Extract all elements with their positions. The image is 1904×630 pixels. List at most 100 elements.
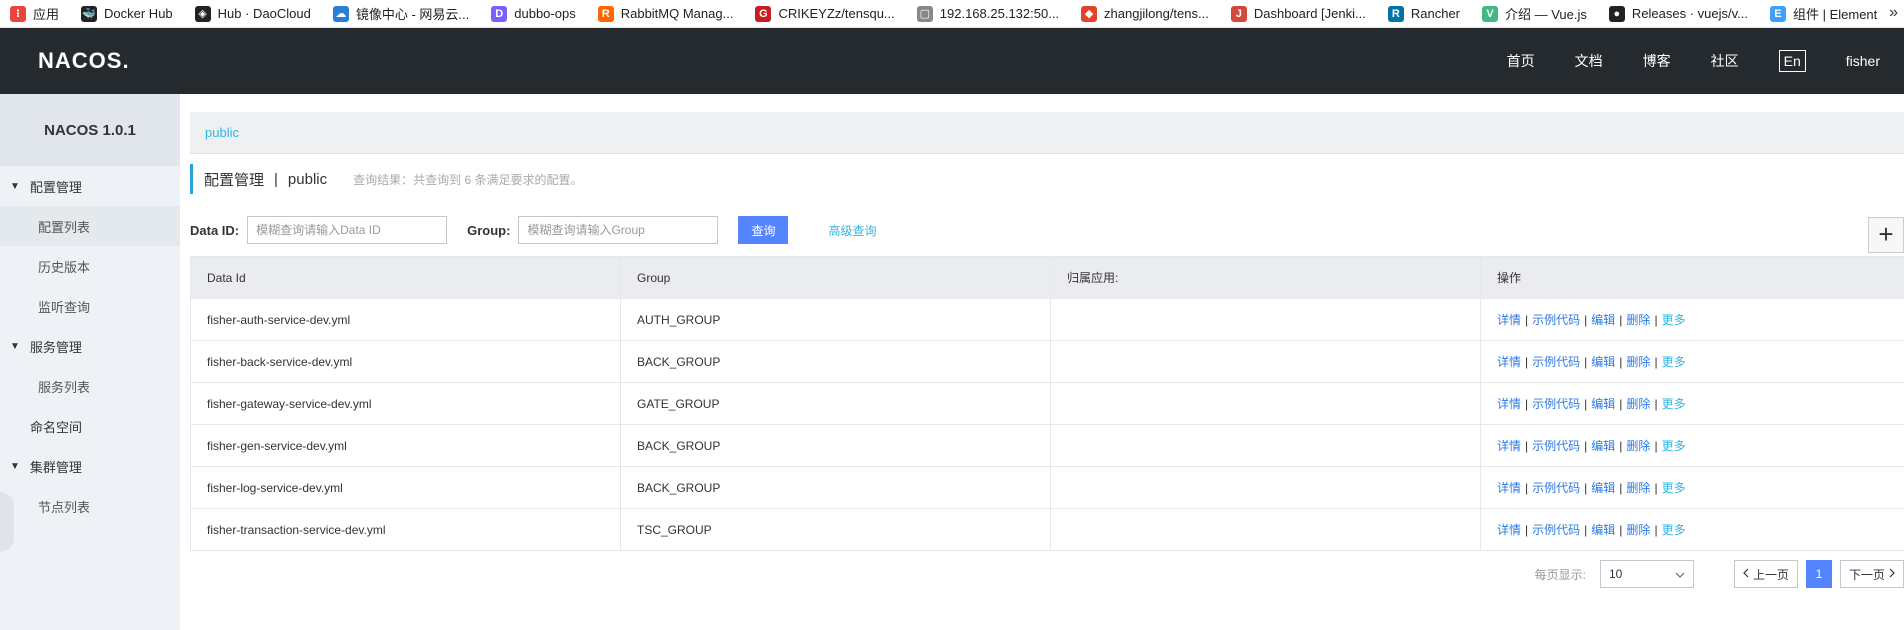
sample-code-link[interactable]: 示例代码: [1532, 355, 1580, 369]
cell-data-id: fisher-gateway-service-dev.yml: [190, 382, 621, 425]
cell-group: BACK_GROUP: [620, 340, 1051, 383]
sidebar: NACOS 1.0.1 ▼ 配置管理 配置列表 历史版本 监听查询 ▼ 服务管理…: [0, 94, 180, 630]
bookmark-item[interactable]: ⁝ 应用: [10, 4, 59, 23]
add-config-button[interactable]: +: [1868, 217, 1904, 253]
cell-data-id: fisher-gen-service-dev.yml: [190, 424, 621, 467]
delete-link[interactable]: 删除: [1626, 313, 1650, 327]
bookmark-item[interactable]: G CRIKEYZz/tensqu...: [755, 5, 895, 22]
sample-code-link[interactable]: 示例代码: [1532, 397, 1580, 411]
git-icon: ◆: [1081, 5, 1098, 22]
more-link[interactable]: 更多: [1662, 313, 1686, 327]
cell-app: [1050, 298, 1481, 341]
cell-group: BACK_GROUP: [620, 424, 1051, 467]
bookmark-item[interactable]: 🐳 Docker Hub: [81, 5, 173, 22]
cell-data-id: fisher-transaction-service-dev.yml: [190, 508, 621, 551]
bookmark-item[interactable]: ● Releases · vuejs/v...: [1608, 5, 1748, 22]
edit-link[interactable]: 编辑: [1591, 313, 1615, 327]
sidebar-title: NACOS 1.0.1: [0, 94, 180, 166]
action-separator: |: [1584, 397, 1588, 411]
sample-code-link[interactable]: 示例代码: [1532, 523, 1580, 537]
action-separator: |: [1654, 397, 1658, 411]
bookmark-item[interactable]: ◆ zhangjilong/tens...: [1081, 5, 1209, 22]
action-separator: |: [1584, 481, 1588, 495]
cell-actions: 详情 | 示例代码 | 编辑 | 删除 | 更多: [1480, 340, 1904, 383]
bookmark-item[interactable]: ◈ Hub · DaoCloud: [194, 5, 311, 22]
bookmark-item[interactable]: ▢ 192.168.25.132:50...: [916, 5, 1060, 22]
apps-grid-icon: ⁝: [10, 5, 26, 22]
action-separator: |: [1654, 439, 1658, 453]
bookmark-label: 192.168.25.132:50...: [939, 6, 1060, 21]
bookmark-item[interactable]: ☁ 镜像中心 - 网易云...: [332, 4, 469, 23]
bookmark-item[interactable]: V 介绍 — Vue.js: [1482, 4, 1587, 23]
edit-link[interactable]: 编辑: [1591, 439, 1615, 453]
caret-down-icon: ▼: [10, 340, 20, 352]
advanced-query-link[interactable]: 高级查询: [828, 222, 876, 239]
sidebar-item-node-list[interactable]: 节点列表: [0, 486, 180, 526]
group-input[interactable]: [518, 216, 719, 244]
delete-link[interactable]: 删除: [1626, 523, 1650, 537]
nacos-logo[interactable]: NACOS.: [38, 48, 130, 74]
more-link[interactable]: 更多: [1662, 523, 1686, 537]
delete-link[interactable]: 删除: [1626, 481, 1650, 495]
bookmark-label: 介绍 — Vue.js: [1505, 7, 1587, 22]
edit-link[interactable]: 编辑: [1591, 481, 1615, 495]
sidebar-group-config[interactable]: ▼ 配置管理: [0, 166, 180, 206]
current-page-button[interactable]: 1: [1805, 560, 1832, 588]
bookmark-label: Releases · vuejs/v...: [1631, 6, 1748, 21]
delete-link[interactable]: 删除: [1626, 355, 1650, 369]
cell-actions: 详情 | 示例代码 | 编辑 | 删除 | 更多: [1480, 424, 1904, 467]
table-row: fisher-auth-service-dev.yml AUTH_GROUP 详情 |…: [190, 298, 1904, 341]
sidebar-item-listener-query[interactable]: 监听查询: [0, 286, 180, 326]
sample-code-link[interactable]: 示例代码: [1532, 481, 1580, 495]
prev-page-button[interactable]: 上一页: [1733, 560, 1798, 588]
user-name[interactable]: fisher: [1846, 53, 1880, 69]
edit-link[interactable]: 编辑: [1591, 523, 1615, 537]
bookmark-item[interactable]: Ddubbo-ops: [491, 5, 576, 22]
nav-home[interactable]: 首页: [1507, 51, 1535, 71]
more-link[interactable]: 更多: [1662, 397, 1686, 411]
sidebar-group-service[interactable]: ▼ 服务管理: [0, 326, 180, 366]
sidebar-item-history[interactable]: 历史版本: [0, 246, 180, 286]
detail-link[interactable]: 详情: [1497, 523, 1521, 537]
detail-link[interactable]: 详情: [1497, 481, 1521, 495]
sidebar-item-service-list[interactable]: 服务列表: [0, 366, 180, 406]
bookmark-item[interactable]: R RabbitMQ Manag...: [597, 5, 733, 22]
sidebar-item-namespace[interactable]: 命名空间: [0, 406, 180, 446]
sidebar-collapse-handle[interactable]: [0, 492, 14, 552]
cell-app: [1050, 424, 1481, 467]
bookmark-label: Hub · DaoCloud: [217, 6, 311, 21]
more-link[interactable]: 更多: [1662, 355, 1686, 369]
bookmark-item[interactable]: E 组件 | Element: [1769, 4, 1877, 23]
more-link[interactable]: 更多: [1662, 439, 1686, 453]
detail-link[interactable]: 详情: [1497, 313, 1521, 327]
page-size-select[interactable]: 10: [1599, 560, 1694, 588]
action-separator: |: [1654, 481, 1658, 495]
query-button[interactable]: 查询: [738, 216, 789, 244]
bookmark-item[interactable]: R Rancher: [1387, 5, 1460, 22]
bookmarks-overflow-button[interactable]: »: [1889, 4, 1898, 22]
delete-link[interactable]: 删除: [1626, 439, 1650, 453]
delete-link[interactable]: 删除: [1626, 397, 1650, 411]
nav-community[interactable]: 社区: [1711, 51, 1739, 71]
nav-blog[interactable]: 博客: [1643, 51, 1671, 71]
page-header: 配置管理 | public 查询结果：共查询到 6 条满足要求的配置。: [190, 164, 582, 194]
bookmark-item[interactable]: J Dashboard [Jenki...: [1230, 5, 1366, 22]
sample-code-link[interactable]: 示例代码: [1532, 313, 1580, 327]
namespace-tab-public[interactable]: public: [205, 125, 239, 140]
next-page-button[interactable]: 下一页: [1839, 560, 1904, 588]
dataid-input[interactable]: [247, 216, 448, 244]
edit-link[interactable]: 编辑: [1591, 397, 1615, 411]
detail-link[interactable]: 详情: [1497, 439, 1521, 453]
sample-code-link[interactable]: 示例代码: [1532, 439, 1580, 453]
detail-link[interactable]: 详情: [1497, 355, 1521, 369]
edit-link[interactable]: 编辑: [1591, 355, 1615, 369]
more-link[interactable]: 更多: [1662, 481, 1686, 495]
nav-docs[interactable]: 文档: [1575, 51, 1603, 71]
table-row: fisher-back-service-dev.yml BACK_GROUP 详情 |…: [190, 340, 1904, 383]
detail-link[interactable]: 详情: [1497, 397, 1521, 411]
sidebar-item-config-list[interactable]: 配置列表: [0, 206, 180, 246]
sidebar-group-cluster[interactable]: ▼ 集群管理: [0, 446, 180, 486]
action-separator: |: [1525, 355, 1529, 369]
chevron-left-icon: [1743, 567, 1749, 581]
language-switch-button[interactable]: En: [1778, 50, 1806, 72]
